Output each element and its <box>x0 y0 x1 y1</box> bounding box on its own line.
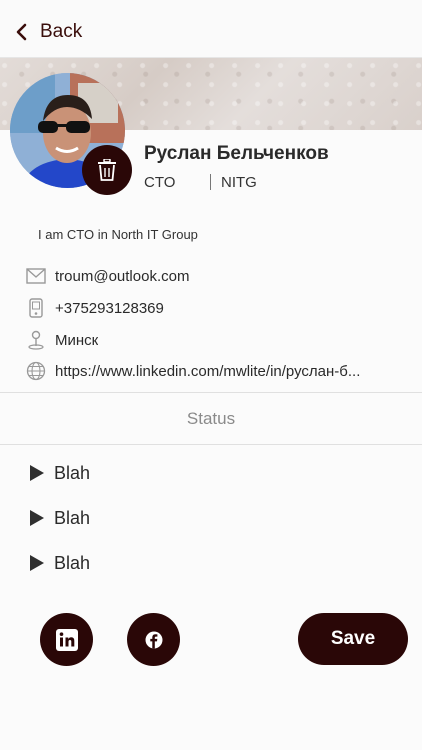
save-button[interactable]: Save <box>298 613 408 665</box>
delete-photo-button[interactable] <box>82 145 132 195</box>
status-title: Status <box>186 409 236 428</box>
status-item-label: Blah <box>54 552 91 573</box>
trash-icon <box>98 159 116 181</box>
email-row[interactable]: troum@outlook.com <box>26 265 406 287</box>
website-value: https://www.linkedin.com/mwlite/in/русла… <box>55 362 361 380</box>
back-button[interactable]: Back <box>14 18 82 46</box>
facebook-icon <box>145 631 162 648</box>
top-bar: Back <box>0 0 422 58</box>
role-separator <box>210 174 211 190</box>
profile-role: CTO <box>144 174 176 191</box>
status-item[interactable]: Blah <box>30 551 90 575</box>
linkedin-button[interactable] <box>40 613 93 666</box>
linkedin-icon <box>55 628 78 651</box>
status-item-label: Blah <box>54 507 91 528</box>
location-row[interactable]: Минск <box>26 329 406 351</box>
play-icon <box>30 555 44 571</box>
mobile-phone-icon <box>26 298 46 318</box>
pin-icon <box>26 330 46 350</box>
location-value: Минск <box>55 331 99 349</box>
profile-name: Руслан Бельченков <box>144 143 329 164</box>
phone-row[interactable]: +375293128369 <box>26 297 406 319</box>
profile-company: NITG <box>221 174 257 191</box>
status-item-label: Blah <box>54 462 91 483</box>
play-icon <box>30 465 44 481</box>
divider <box>0 444 422 445</box>
back-label: Back <box>40 21 83 42</box>
email-value: troum@outlook.com <box>55 267 190 285</box>
chevron-left-icon <box>16 23 27 41</box>
globe-icon <box>26 361 46 381</box>
website-row[interactable]: https://www.linkedin.com/mwlite/in/русла… <box>26 360 406 382</box>
phone-value: +375293128369 <box>55 299 164 317</box>
status-item[interactable]: Blah <box>30 506 90 530</box>
play-icon <box>30 510 44 526</box>
envelope-icon <box>26 266 46 286</box>
profile-bio: I am CTO in North IT Group <box>38 227 198 242</box>
divider <box>0 392 422 393</box>
status-item[interactable]: Blah <box>30 461 90 485</box>
facebook-button[interactable] <box>127 613 180 666</box>
